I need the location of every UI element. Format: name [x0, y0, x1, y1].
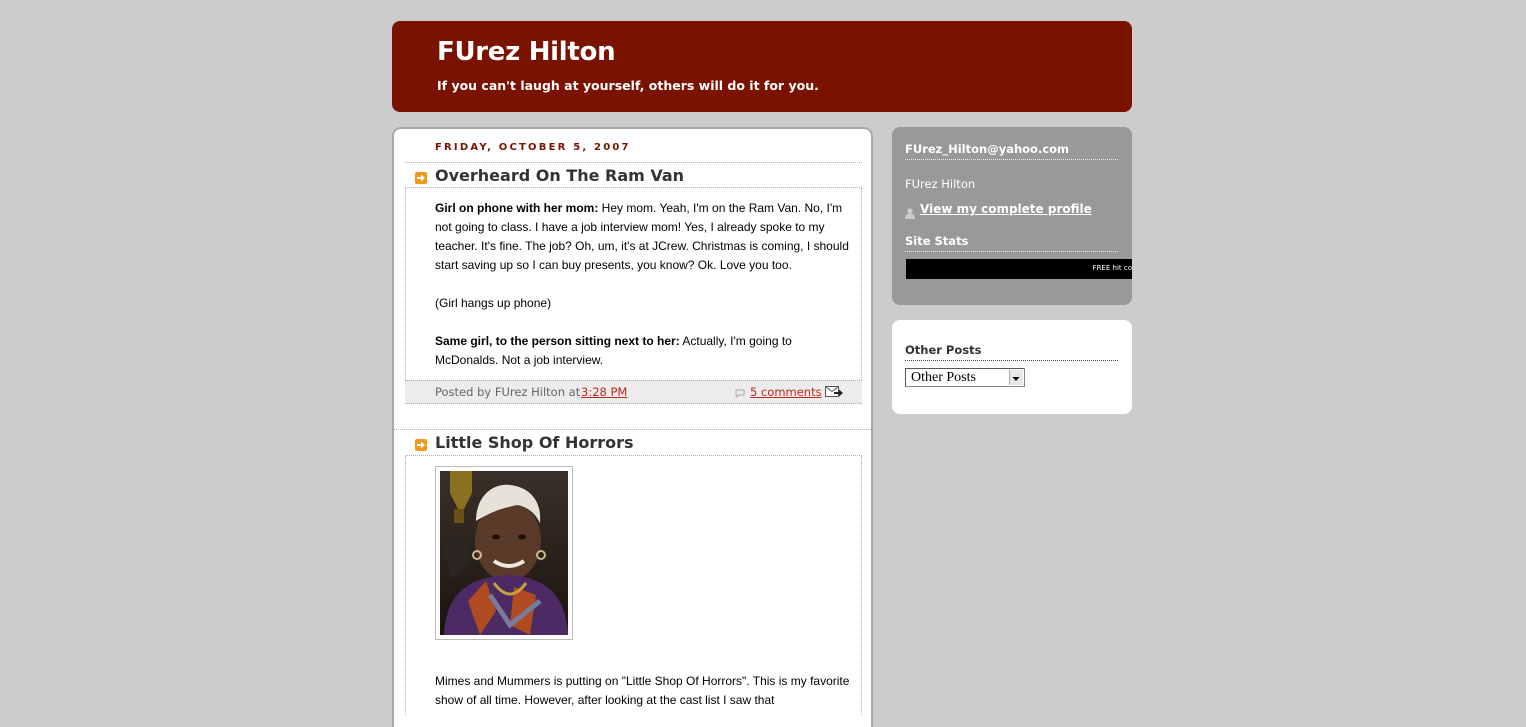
blog-header: FUrez Hilton If you can't laugh at yours…: [392, 21, 1132, 112]
view-profile-link[interactable]: View my complete profile: [920, 202, 1092, 216]
post-title-row: Little Shop Of Horrors: [405, 430, 862, 456]
speaker-label: Girl on phone with her mom:: [435, 201, 599, 215]
photo-image: [440, 471, 568, 635]
date-header: Friday, October 5, 2007: [435, 142, 631, 153]
sidebar-other-posts-box: Other Posts Other Posts: [892, 320, 1132, 414]
site-stats-heading: Site Stats: [905, 234, 1118, 252]
post-body: Mimes and Mummers is putting on "Little …: [435, 674, 850, 707]
user-icon: [905, 204, 915, 223]
profile-name: FUrez Hilton: [905, 177, 976, 191]
email-heading: FUrez_Hilton@yahoo.com: [905, 142, 1118, 160]
main-content: Friday, October 5, 2007 Overheard On The…: [392, 127, 873, 727]
hit-counter-text: FREE hit co: [1092, 264, 1132, 272]
post-title[interactable]: Little Shop Of Horrors: [435, 433, 634, 452]
email-post-icon[interactable]: [825, 386, 843, 402]
sidebar-profile-box: FUrez_Hilton@yahoo.com FUrez Hilton View…: [892, 127, 1132, 305]
posted-by-text: Posted by FUrez Hilton at: [435, 385, 581, 399]
post-body: Girl on phone with her mom: Hey mom. Yea…: [435, 199, 850, 389]
hit-counter-banner[interactable]: FREE hit co: [906, 259, 1132, 279]
post-paragraph: Same girl, to the person sitting next to…: [435, 332, 850, 370]
arrow-right-icon: [415, 439, 427, 451]
other-posts-select[interactable]: Other Posts: [905, 368, 1025, 387]
select-value: Other Posts: [911, 370, 976, 385]
post-divider: [394, 404, 871, 430]
post-paragraph: (Girl hangs up phone): [435, 296, 552, 310]
speaker-label: Same girl, to the person sitting next to…: [435, 334, 680, 348]
dropdown-arrow-icon[interactable]: [1009, 370, 1023, 385]
blog-description: If you can't laugh at yourself, others w…: [437, 78, 819, 93]
other-posts-heading: Other Posts: [905, 343, 1118, 361]
post-timestamp-link[interactable]: 3:28 PM: [581, 385, 627, 399]
post-title-row: Overheard On The Ram Van: [405, 162, 862, 188]
comment-icon: [735, 387, 745, 401]
post-title[interactable]: Overheard On The Ram Van: [435, 166, 684, 185]
post-footer: Posted by FUrez Hilton at 3:28 PM 5 comm…: [405, 380, 862, 404]
arrow-right-icon: [415, 172, 427, 184]
post-paragraph: Girl on phone with her mom: Hey mom. Yea…: [435, 199, 850, 275]
post-photo[interactable]: [435, 466, 573, 640]
blog-title[interactable]: FUrez Hilton: [437, 37, 616, 67]
comments-link[interactable]: 5 comments: [750, 385, 822, 399]
